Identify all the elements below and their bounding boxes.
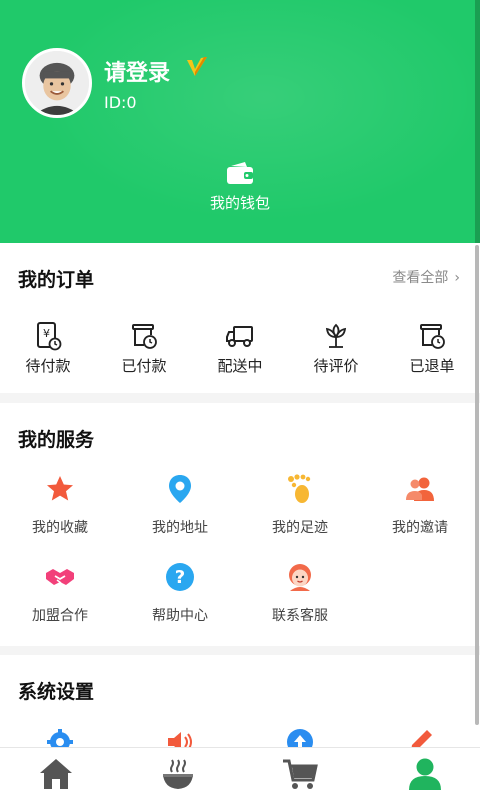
refunded-icon: [420, 324, 445, 349]
paid-icon: [132, 324, 157, 349]
order-paid[interactable]: 已付款: [104, 321, 184, 383]
users-icon: [406, 477, 434, 501]
service-label: 我的地址: [152, 520, 208, 536]
tab-cart[interactable]: [270, 756, 330, 796]
wallet-button[interactable]: 我的钱包: [190, 160, 290, 220]
order-to-review[interactable]: 待评价: [296, 321, 376, 383]
order-refunded[interactable]: 已退单: [392, 321, 472, 383]
svg-text:?: ?: [175, 567, 185, 588]
order-item-label: 已付款: [121, 357, 167, 375]
profile-header: 请登录 ID:0 我的钱包: [0, 0, 480, 243]
service-invitations[interactable]: 我的邀请: [365, 473, 475, 543]
service-footprints[interactable]: 我的足迹: [245, 473, 355, 543]
login-prompt[interactable]: 请登录: [104, 55, 170, 87]
wallet-label: 我的钱包: [209, 194, 270, 212]
handshake-icon: [46, 569, 74, 585]
service-label: 帮助中心: [152, 608, 208, 624]
order-pending-payment[interactable]: ¥ 待付款: [8, 321, 88, 383]
wallet-icon: [227, 162, 253, 184]
scrollbar[interactable]: [475, 245, 479, 725]
services-title: 我的服务: [18, 429, 95, 451]
service-favorites[interactable]: 我的收藏: [5, 473, 115, 543]
settings-card: 系统设置: [0, 655, 480, 755]
help-question-icon: ?: [166, 563, 194, 591]
view-all-label: 查看全部: [392, 270, 449, 286]
profile-icon: [409, 758, 441, 790]
customer-service-icon: [289, 564, 311, 591]
order-status-row: ¥ 待付款 已付款 配送中 待评价 已退单: [0, 321, 480, 381]
settings-title: 系统设置: [18, 681, 95, 703]
avatar[interactable]: [22, 48, 92, 118]
service-label: 我的邀请: [392, 520, 448, 536]
services-card: 我的服务 我的收藏 我的地址 我的足迹 我的邀请 加盟合作 ? 帮助中心 联系客…: [0, 403, 480, 646]
order-delivering[interactable]: 配送中: [200, 321, 280, 383]
service-label: 我的收藏: [32, 520, 88, 536]
user-id: ID:0: [104, 93, 137, 112]
bottom-tab-bar: [0, 747, 480, 800]
service-franchise[interactable]: 加盟合作: [5, 561, 115, 631]
svg-text:¥: ¥: [43, 327, 50, 340]
service-label: 我的足迹: [272, 520, 328, 536]
chevron-right-icon: ›: [454, 270, 460, 286]
to-review-flower-icon: [325, 323, 347, 348]
footprint-icon: [288, 474, 311, 503]
cart-icon: [283, 759, 318, 789]
order-item-label: 待付款: [25, 357, 71, 375]
order-item-label: 已退单: [409, 357, 455, 375]
pending-payment-icon: ¥: [37, 322, 62, 351]
service-label: 联系客服: [272, 608, 328, 624]
service-address[interactable]: 我的地址: [125, 473, 235, 543]
food-bowl-icon: [163, 759, 193, 789]
view-all-orders-link[interactable]: 查看全部 ›: [392, 267, 460, 287]
star-icon: [47, 476, 73, 501]
order-item-label: 待评价: [313, 357, 359, 375]
orders-title: 我的订单: [18, 269, 95, 291]
tab-profile[interactable]: [395, 756, 455, 796]
service-help-center[interactable]: ? 帮助中心: [125, 561, 235, 631]
header-scroll-edge: [475, 0, 480, 243]
tab-food[interactable]: [148, 756, 208, 796]
tab-home[interactable]: [26, 756, 86, 796]
service-label: 加盟合作: [32, 608, 88, 624]
home-icon: [40, 759, 72, 789]
orders-card: 我的订单 查看全部 › ¥ 待付款 已付款 配送中 待评价 已退单: [0, 243, 480, 393]
avatar-icon: [25, 51, 89, 115]
delivery-truck-icon: [226, 326, 253, 347]
location-pin-icon: [169, 475, 191, 503]
vip-v-badge-icon: [187, 57, 207, 76]
order-item-label: 配送中: [217, 357, 263, 375]
service-customer-support[interactable]: 联系客服: [245, 561, 355, 631]
